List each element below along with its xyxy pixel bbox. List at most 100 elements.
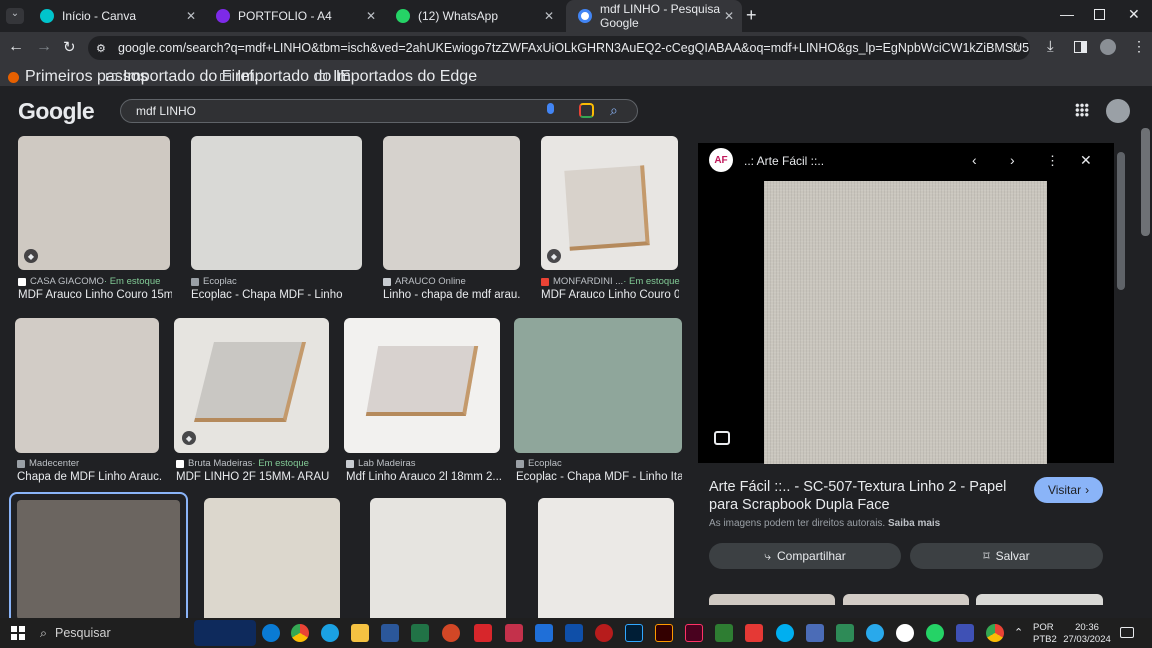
result-image[interactable] bbox=[17, 500, 180, 620]
apps-grid-icon[interactable] bbox=[1075, 103, 1089, 117]
result-card[interactable]: Ecoplac Ecoplac - Chapa MDF - Linho bbox=[191, 136, 363, 306]
previous-icon[interactable]: ‹ bbox=[972, 152, 977, 168]
result-title[interactable]: Chapa de MDF Linho Arauc... bbox=[17, 471, 161, 483]
panel-scrollbar-thumb[interactable] bbox=[1117, 152, 1125, 290]
indesign-icon[interactable] bbox=[685, 624, 703, 642]
chrome-icon[interactable] bbox=[291, 624, 309, 642]
search-input[interactable]: mdf LINHO bbox=[120, 99, 638, 123]
result-card-selected[interactable] bbox=[9, 492, 188, 620]
visit-button[interactable]: Visitar › bbox=[1034, 477, 1103, 503]
related-image[interactable] bbox=[976, 594, 1103, 605]
profile-avatar[interactable] bbox=[1100, 39, 1116, 55]
result-title[interactable]: Ecoplac - Chapa MDF - Linho Ita... bbox=[516, 471, 682, 483]
result-card[interactable]: Madecenter Chapa de MDF Linho Arauc... bbox=[15, 318, 161, 488]
whatsapp-icon[interactable] bbox=[896, 624, 914, 642]
result-image[interactable] bbox=[383, 136, 520, 270]
save-button[interactable]: ⌑ Salvar bbox=[910, 543, 1103, 569]
result-image[interactable] bbox=[514, 318, 682, 453]
bookmark-folder-edge[interactable]: Importados do Edge bbox=[316, 68, 477, 86]
result-card[interactable]: ◆ CASA GIACOMO · Em estoque MDF Arauco L… bbox=[18, 136, 172, 306]
result-image[interactable] bbox=[538, 498, 674, 618]
close-window-button[interactable]: ✕ bbox=[1128, 6, 1140, 23]
next-icon[interactable]: › bbox=[1010, 152, 1015, 168]
result-image[interactable] bbox=[18, 136, 170, 270]
related-image[interactable] bbox=[843, 594, 969, 605]
learn-more-link[interactable]: Saiba mais bbox=[888, 518, 940, 529]
close-icon[interactable]: ✕ bbox=[186, 9, 196, 23]
app-icon[interactable] bbox=[745, 624, 763, 642]
illustrator-icon[interactable] bbox=[655, 624, 673, 642]
app-icon[interactable] bbox=[956, 624, 974, 642]
menu-icon[interactable]: ⋮ bbox=[1132, 38, 1146, 55]
address-bar[interactable]: google.com/search?q=mdf+LINHO&tbm=isch&v… bbox=[88, 36, 1030, 60]
lens-search-icon[interactable] bbox=[714, 431, 730, 445]
download-icon[interactable]: ⤓ bbox=[1047, 38, 1054, 55]
skype-icon[interactable] bbox=[776, 624, 794, 642]
taskbar-search[interactable]: ⌕ Pesquisar bbox=[40, 624, 190, 642]
app-icon[interactable] bbox=[535, 624, 553, 642]
microphone-icon[interactable] bbox=[547, 103, 554, 114]
windows-start-icon[interactable] bbox=[11, 626, 25, 640]
close-icon[interactable]: ✕ bbox=[724, 9, 734, 23]
close-icon[interactable]: ✕ bbox=[366, 9, 376, 23]
result-card[interactable]: Lab Madeiras Mdf Linho Arauco 2l 18mm 2.… bbox=[344, 318, 501, 488]
preview-image[interactable] bbox=[764, 181, 1047, 464]
close-panel-icon[interactable]: ✕ bbox=[1080, 152, 1092, 169]
powerpoint-icon[interactable] bbox=[442, 624, 460, 642]
result-image[interactable] bbox=[191, 136, 362, 270]
clock[interactable]: 20:36 27/03/2024 bbox=[1062, 622, 1112, 646]
result-title[interactable]: MDF Arauco Linho Couro 0... bbox=[541, 289, 679, 301]
result-image[interactable] bbox=[204, 498, 340, 618]
page-scrollbar-thumb[interactable] bbox=[1141, 128, 1150, 236]
app-icon[interactable] bbox=[595, 624, 613, 642]
panel-site-name[interactable]: ..: Arte Fácil ::.. bbox=[744, 154, 824, 168]
result-image[interactable] bbox=[370, 498, 506, 618]
app-icon[interactable] bbox=[505, 624, 523, 642]
chrome-icon[interactable] bbox=[986, 624, 1004, 642]
app-icon[interactable] bbox=[806, 624, 824, 642]
edge-icon[interactable] bbox=[262, 624, 280, 642]
tab-canva[interactable]: Início - Canva ✕ bbox=[28, 0, 204, 32]
word-icon[interactable] bbox=[381, 624, 399, 642]
reload-button[interactable]: ↻ bbox=[63, 38, 76, 56]
internet-explorer-icon[interactable] bbox=[321, 624, 339, 642]
app-icon[interactable] bbox=[715, 624, 733, 642]
result-card[interactable]: ◆ MONFARDINI ... · Em estoque MDF Arauco… bbox=[541, 136, 680, 306]
result-image[interactable] bbox=[15, 318, 159, 453]
share-button[interactable]: ⤷ Compartilhar bbox=[709, 543, 901, 569]
app-icon[interactable] bbox=[836, 624, 854, 642]
maximize-button[interactable] bbox=[1094, 9, 1105, 20]
result-title[interactable]: MDF Arauco Linho Couro 15m... bbox=[18, 289, 172, 301]
tab-portfolio[interactable]: PORTFOLIO - A4 ✕ bbox=[204, 0, 384, 32]
telegram-icon[interactable] bbox=[866, 624, 884, 642]
minimize-button[interactable]: — bbox=[1060, 6, 1074, 22]
tab-google-search[interactable]: mdf LINHO - Pesquisa Google ✕ bbox=[566, 0, 742, 32]
side-panel-icon[interactable] bbox=[1074, 41, 1087, 53]
acrobat-icon[interactable] bbox=[474, 624, 492, 642]
google-logo[interactable]: Google bbox=[18, 98, 95, 125]
new-tab-button[interactable]: + bbox=[746, 5, 757, 26]
account-avatar[interactable] bbox=[1106, 99, 1130, 123]
whatsapp-icon[interactable] bbox=[926, 624, 944, 642]
notification-icon[interactable] bbox=[1120, 627, 1134, 638]
result-title[interactable]: Linho - chapa de mdf arau... bbox=[383, 289, 521, 301]
lens-icon[interactable] bbox=[579, 103, 594, 118]
result-card[interactable]: ◆ Bruta Madeiras · Em estoque MDF LINHO … bbox=[174, 318, 330, 488]
related-image[interactable] bbox=[709, 594, 835, 605]
excel-icon[interactable] bbox=[411, 624, 429, 642]
result-card[interactable]: Ecoplac Ecoplac - Chapa MDF - Linho Ita.… bbox=[514, 318, 682, 488]
result-card[interactable]: ARAUCO Online Linho - chapa de mdf arau.… bbox=[383, 136, 521, 306]
widget-icon[interactable] bbox=[194, 620, 256, 646]
photoshop-icon[interactable] bbox=[625, 624, 643, 642]
more-options-icon[interactable]: ⋮ bbox=[1046, 153, 1059, 169]
search-icon[interactable]: ⌕ bbox=[610, 102, 618, 119]
panel-title[interactable]: Arte Fácil ::.. - SC-507-Textura Linho 2… bbox=[709, 478, 1031, 514]
result-title[interactable]: MDF LINHO 2F 15MM- ARAU... bbox=[176, 471, 330, 483]
result-title[interactable]: Ecoplac - Chapa MDF - Linho bbox=[191, 289, 363, 301]
keyboard-language[interactable]: POR PTB2 bbox=[1033, 622, 1057, 646]
back-button[interactable]: ← bbox=[8, 38, 24, 56]
site-info-icon[interactable]: ⚙ bbox=[96, 42, 106, 55]
file-explorer-icon[interactable] bbox=[351, 624, 369, 642]
tab-search-button[interactable]: ⌄ bbox=[6, 8, 24, 24]
app-icon[interactable] bbox=[565, 624, 583, 642]
